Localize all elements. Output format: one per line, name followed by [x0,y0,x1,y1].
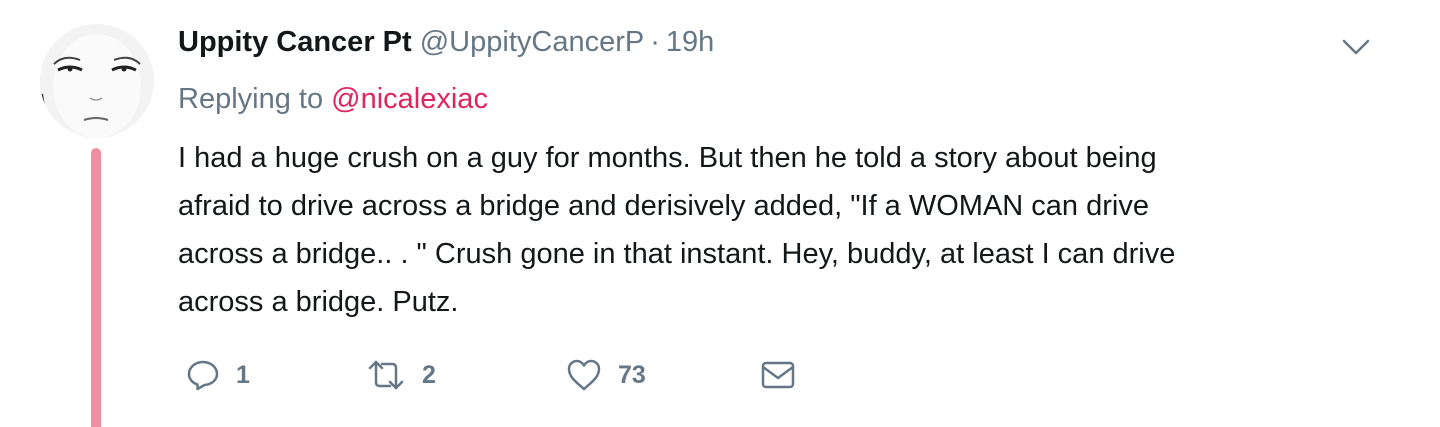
avatar[interactable] [40,24,154,138]
like-count: 73 [618,360,646,389]
tweet-header: Uppity Cancer Pt @UppityCancerP · 19h [178,20,714,64]
tweet[interactable]: Uppity Cancer Pt @UppityCancerP · 19h Repl… [0,0,1440,427]
chevron-down-icon [1342,39,1370,55]
mention-link[interactable]: @nicalexiac [331,83,488,115]
more-options-button[interactable] [1336,26,1376,66]
retweet-icon [368,360,404,390]
heart-icon [567,359,601,391]
display-name[interactable]: Uppity Cancer Pt [178,26,412,58]
separator-dot: · [650,26,660,58]
tweet-text: I had a huge crush on a guy for months. … [178,142,1176,318]
thread-line [91,148,101,427]
envelope-icon [761,361,795,389]
reply-count: 1 [236,360,250,389]
avatar-face-drawing [40,24,154,138]
timestamp[interactable]: 19h [666,26,714,58]
reply-button[interactable]: 1 [186,352,250,398]
direct-message-button[interactable] [760,352,796,398]
like-button[interactable]: 73 [566,352,646,398]
replying-to: Replying to @nicalexiac [178,78,488,120]
user-handle[interactable]: @UppityCancerP [420,26,644,58]
replying-to-label: Replying to [178,83,332,115]
reply-icon [187,360,219,391]
retweet-button[interactable]: 2 [366,352,436,398]
retweet-count: 2 [422,360,436,389]
